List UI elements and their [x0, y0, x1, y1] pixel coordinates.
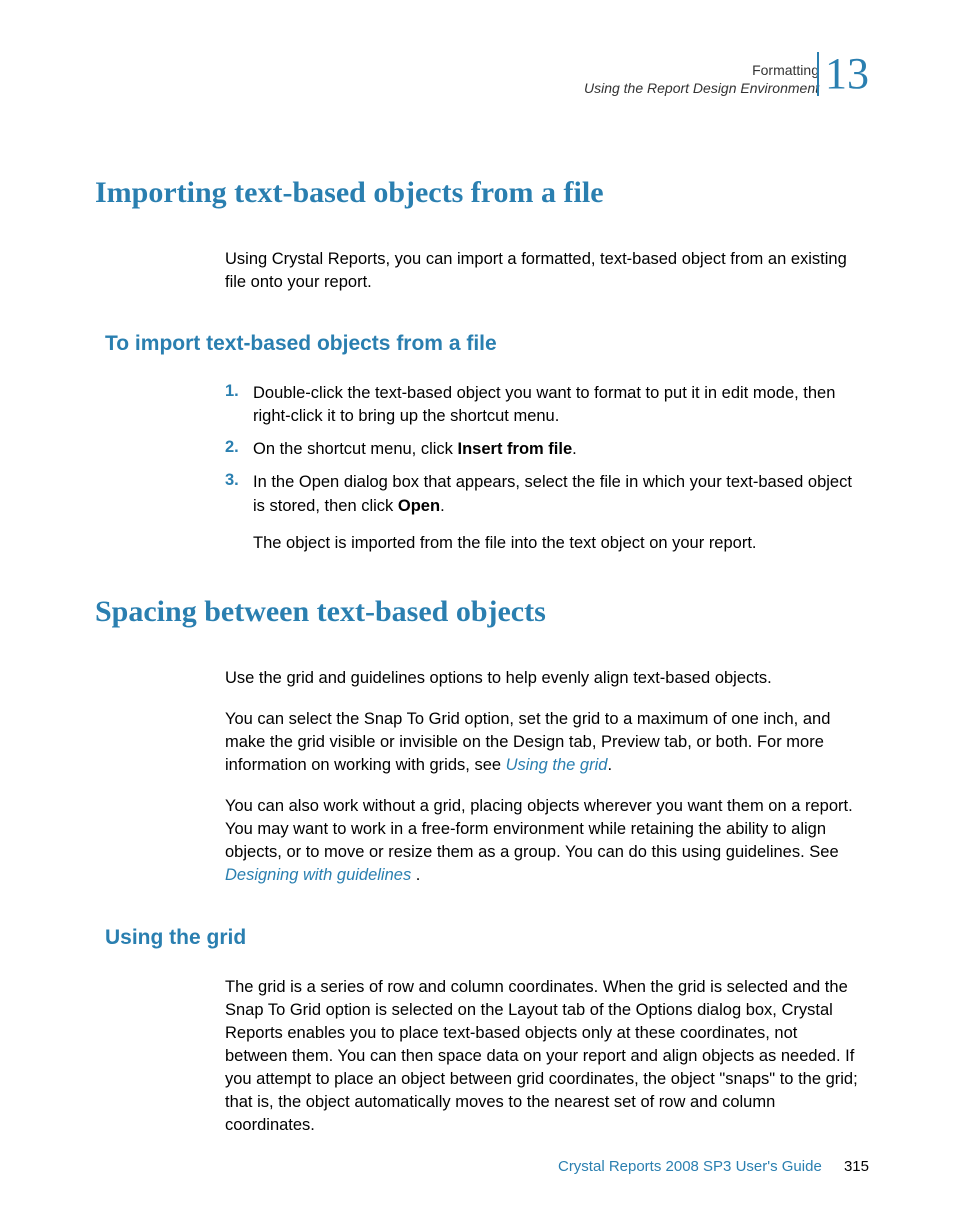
step-text: On the shortcut menu, click Insert from …	[253, 438, 861, 461]
breadcrumb: Using the Report Design Environment	[584, 80, 819, 96]
result-paragraph: The object is imported from the file int…	[253, 532, 861, 555]
step-text: In the Open dialog box that appears, sel…	[253, 471, 861, 517]
step-text: Double-click the text-based object you w…	[253, 382, 861, 428]
subheading-using-the-grid: Using the grid	[105, 926, 869, 950]
intro-paragraph: Using Crystal Reports, you can import a …	[225, 248, 861, 294]
footer-page-number: 315	[844, 1158, 869, 1175]
list-item: 3. In the Open dialog box that appears, …	[225, 471, 861, 517]
heading-importing: Importing text-based objects from a file	[95, 176, 869, 210]
step-number: 1.	[225, 382, 253, 428]
step-number: 3.	[225, 471, 253, 517]
body-paragraph: The grid is a series of row and column c…	[225, 976, 861, 1138]
body-paragraph: You can also work without a grid, placin…	[225, 795, 861, 887]
steps-list: 1. Double-click the text-based object yo…	[225, 382, 861, 517]
list-item: 1. Double-click the text-based object yo…	[225, 382, 861, 428]
chapter-label: Formatting	[584, 62, 819, 78]
body-paragraph: You can select the Snap To Grid option, …	[225, 708, 861, 777]
page-header: Formatting Using the Report Design Envir…	[95, 58, 869, 106]
page-footer: Crystal Reports 2008 SP3 User's Guide 31…	[558, 1158, 869, 1175]
link-using-the-grid[interactable]: Using the grid	[506, 756, 608, 774]
step-pre: In the Open dialog box that appears, sel…	[253, 473, 852, 514]
chapter-number: 13	[817, 52, 869, 96]
para-text: .	[607, 756, 612, 774]
heading-spacing: Spacing between text-based objects	[95, 595, 869, 629]
para-text: You can also work without a grid, placin…	[225, 797, 853, 861]
list-item: 2. On the shortcut menu, click Insert fr…	[225, 438, 861, 461]
step-bold: Insert from file	[458, 440, 573, 458]
step-post: .	[572, 440, 577, 458]
body-paragraph: Use the grid and guidelines options to h…	[225, 667, 861, 690]
step-post: .	[440, 497, 445, 515]
step-number: 2.	[225, 438, 253, 461]
step-pre: On the shortcut menu, click	[253, 440, 458, 458]
step-bold: Open	[398, 497, 440, 515]
link-designing-with-guidelines[interactable]: Designing with guidelines	[225, 866, 411, 884]
footer-title: Crystal Reports 2008 SP3 User's Guide	[558, 1158, 822, 1175]
para-text: .	[411, 866, 420, 884]
subheading-to-import: To import text-based objects from a file	[105, 332, 869, 356]
